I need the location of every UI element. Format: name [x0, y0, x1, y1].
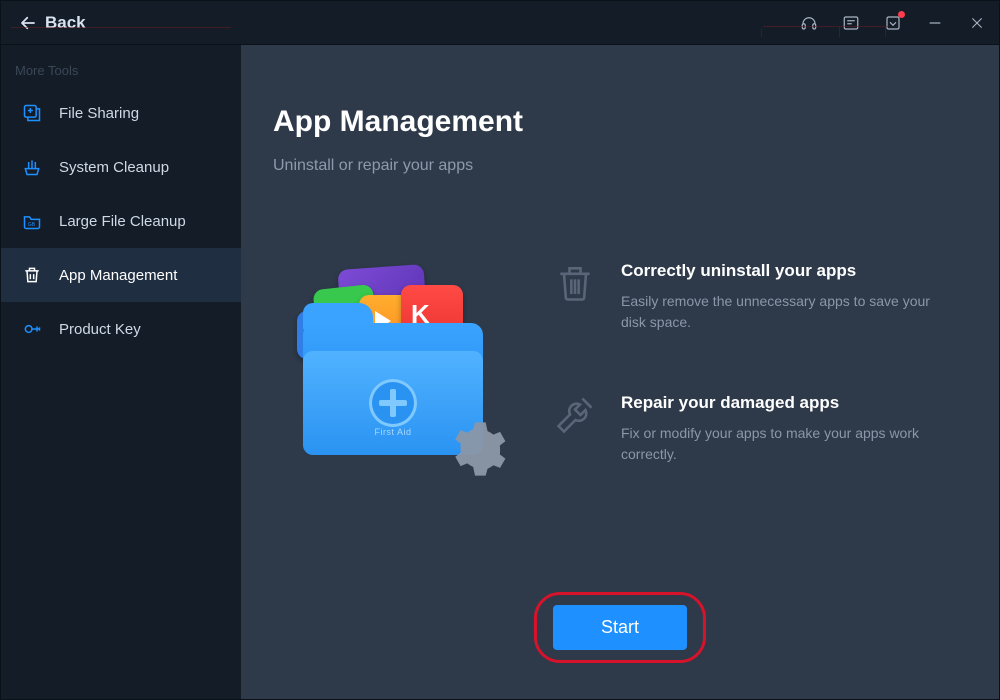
support-button[interactable]: [799, 13, 819, 33]
gear-icon: [443, 417, 507, 481]
share-icon: [21, 102, 43, 124]
notification-dot-icon: [898, 11, 905, 18]
feature-title: Repair your damaged apps: [621, 393, 951, 413]
broom-icon: [21, 156, 43, 178]
arrow-left-icon: [19, 14, 37, 32]
sidebar-item-label: Large File Cleanup: [59, 213, 186, 230]
feature-repair: Repair your damaged apps Fix or modify y…: [553, 393, 969, 465]
back-label: Back: [45, 13, 86, 33]
feature-title: Correctly uninstall your apps: [621, 261, 951, 281]
trash-icon: [21, 264, 43, 286]
back-button[interactable]: Back: [13, 9, 92, 37]
sidebar-item-system-cleanup[interactable]: System Cleanup: [1, 140, 241, 194]
feature-text: Correctly uninstall your apps Easily rem…: [621, 261, 951, 333]
app-window: Back More Tools: [0, 0, 1000, 700]
sidebar: More Tools File Sharing System Cleanup G…: [1, 45, 241, 699]
sidebar-item-app-management[interactable]: App Management: [1, 248, 241, 302]
titlebar: Back: [1, 1, 999, 45]
minimize-button[interactable]: [925, 13, 945, 33]
feature-list: Correctly uninstall your apps Easily rem…: [553, 255, 969, 465]
feature-text: Repair your damaged apps Fix or modify y…: [621, 393, 951, 465]
body: More Tools File Sharing System Cleanup G…: [1, 45, 999, 699]
svg-text:GB: GB: [28, 222, 36, 228]
sidebar-item-label: File Sharing: [59, 105, 139, 122]
plus-icon: [369, 379, 417, 427]
main-panel: App Management Uninstall or repair your …: [241, 45, 999, 699]
sidebar-item-label: App Management: [59, 267, 177, 284]
feature-uninstall: Correctly uninstall your apps Easily rem…: [553, 261, 969, 333]
sidebar-item-product-key[interactable]: Product Key: [1, 302, 241, 356]
content-row: First Aid Correctly uninstall your apps …: [273, 255, 969, 485]
illustration: First Aid: [273, 255, 513, 485]
folder-gb-icon: GB: [21, 210, 43, 232]
page-subtitle: Uninstall or repair your apps: [273, 157, 969, 175]
start-button[interactable]: Start: [553, 605, 687, 650]
sidebar-item-label: System Cleanup: [59, 159, 169, 176]
key-icon: [21, 318, 43, 340]
page-title: App Management: [273, 105, 969, 139]
wrench-icon: [553, 393, 597, 437]
start-area: Start: [534, 592, 706, 663]
sidebar-item-large-file-cleanup[interactable]: GB Large File Cleanup: [1, 194, 241, 248]
window-controls: [799, 13, 987, 33]
sidebar-item-file-sharing[interactable]: File Sharing: [1, 86, 241, 140]
trash-icon: [553, 261, 597, 305]
tutorial-highlight: Start: [534, 592, 706, 663]
feature-desc: Easily remove the unnecessary apps to sa…: [621, 291, 951, 333]
feedback-button[interactable]: [841, 13, 861, 33]
sidebar-item-label: Product Key: [59, 321, 141, 338]
close-button[interactable]: [967, 13, 987, 33]
feature-desc: Fix or modify your apps to make your app…: [621, 423, 951, 465]
sidebar-header: More Tools: [1, 53, 241, 86]
menu-button[interactable]: [883, 13, 903, 33]
